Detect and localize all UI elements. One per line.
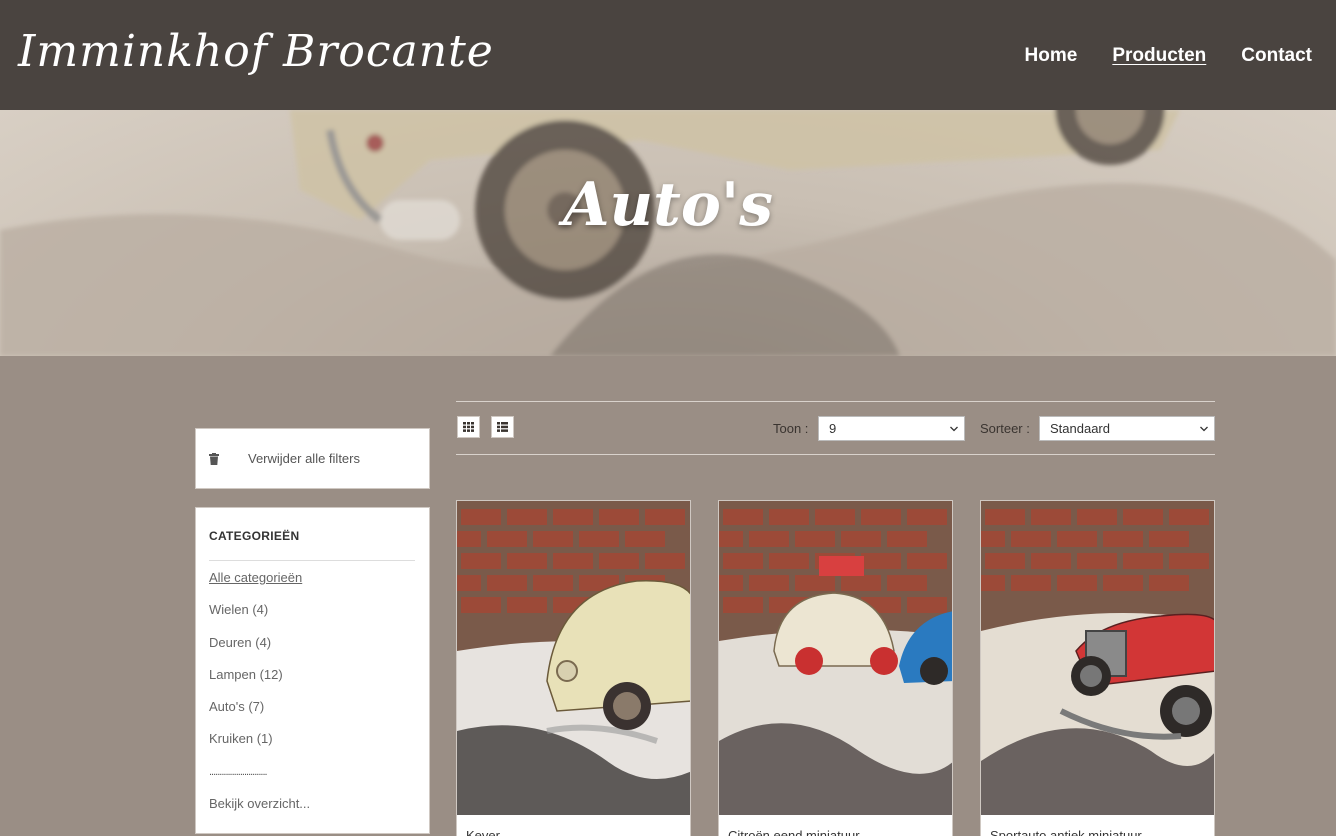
product-card[interactable]: Citroën eend miniatuur [718, 500, 953, 836]
toolbar-top-divider [456, 401, 1215, 402]
page-title: Auto's [562, 170, 774, 240]
site-logo[interactable]: Imminkhof Brocante [18, 26, 494, 77]
category-lampen[interactable]: Lampen (12) [209, 667, 302, 699]
sort-select[interactable]: Standaard [1039, 416, 1215, 441]
nav-home[interactable]: Home [1025, 45, 1078, 67]
show-count-select[interactable]: 9 [818, 416, 965, 441]
product-image-sportauto [981, 501, 1214, 815]
main-nav: Home Producten Contact [1025, 45, 1312, 67]
show-count-value: 9 [829, 421, 837, 436]
site-header: Imminkhof Brocante Home Producten Contac… [0, 0, 1336, 110]
nav-contact[interactable]: Contact [1241, 45, 1312, 67]
category-deuren[interactable]: Deuren (4) [209, 635, 302, 667]
sort-value: Standaard [1050, 421, 1110, 436]
product-card[interactable]: Sportauto antiek miniatuur [980, 500, 1215, 836]
chevron-down-icon [950, 426, 958, 432]
hero-banner: Auto's [0, 110, 1336, 356]
trash-icon [209, 453, 219, 465]
category-kruiken[interactable]: Kruiken (1) [209, 731, 302, 763]
product-name[interactable]: Kever [466, 828, 500, 836]
view-all-link[interactable]: Bekijk overzicht... [209, 796, 310, 811]
clear-filters-link[interactable]: Verwijder alle filters [248, 451, 360, 466]
product-name[interactable]: Citroën eend miniatuur [728, 828, 860, 836]
chevron-down-icon [1200, 426, 1208, 432]
divider [209, 560, 415, 561]
categories-panel: CATEGORIEËN Alle categorieën Wielen (4) … [195, 507, 430, 834]
category-list: Alle categorieën Wielen (4) Deuren (4) L… [209, 570, 302, 764]
product-card[interactable]: Kever [456, 500, 691, 836]
sort-label: Sorteer : [980, 421, 1030, 436]
show-label: Toon : [773, 421, 809, 436]
product-image-citroen-eend [719, 501, 952, 815]
category-autos[interactable]: Auto's (7) [209, 699, 302, 731]
list-view-button[interactable] [491, 416, 514, 438]
product-image-kever [457, 501, 690, 815]
categories-heading: CATEGORIEËN [209, 529, 300, 543]
grid-view-button[interactable] [457, 416, 480, 438]
nav-producten[interactable]: Producten [1112, 45, 1206, 67]
toolbar-bottom-divider [456, 454, 1215, 455]
clear-filters-panel[interactable]: Verwijder alle filters [195, 428, 430, 489]
list-icon [497, 422, 508, 432]
category-wielen[interactable]: Wielen (4) [209, 602, 302, 634]
category-all[interactable]: Alle categorieën [209, 570, 302, 602]
product-name[interactable]: Sportauto antiek miniatuur [990, 828, 1142, 836]
category-separator: ............................ [209, 766, 268, 778]
grid-icon [463, 422, 474, 432]
